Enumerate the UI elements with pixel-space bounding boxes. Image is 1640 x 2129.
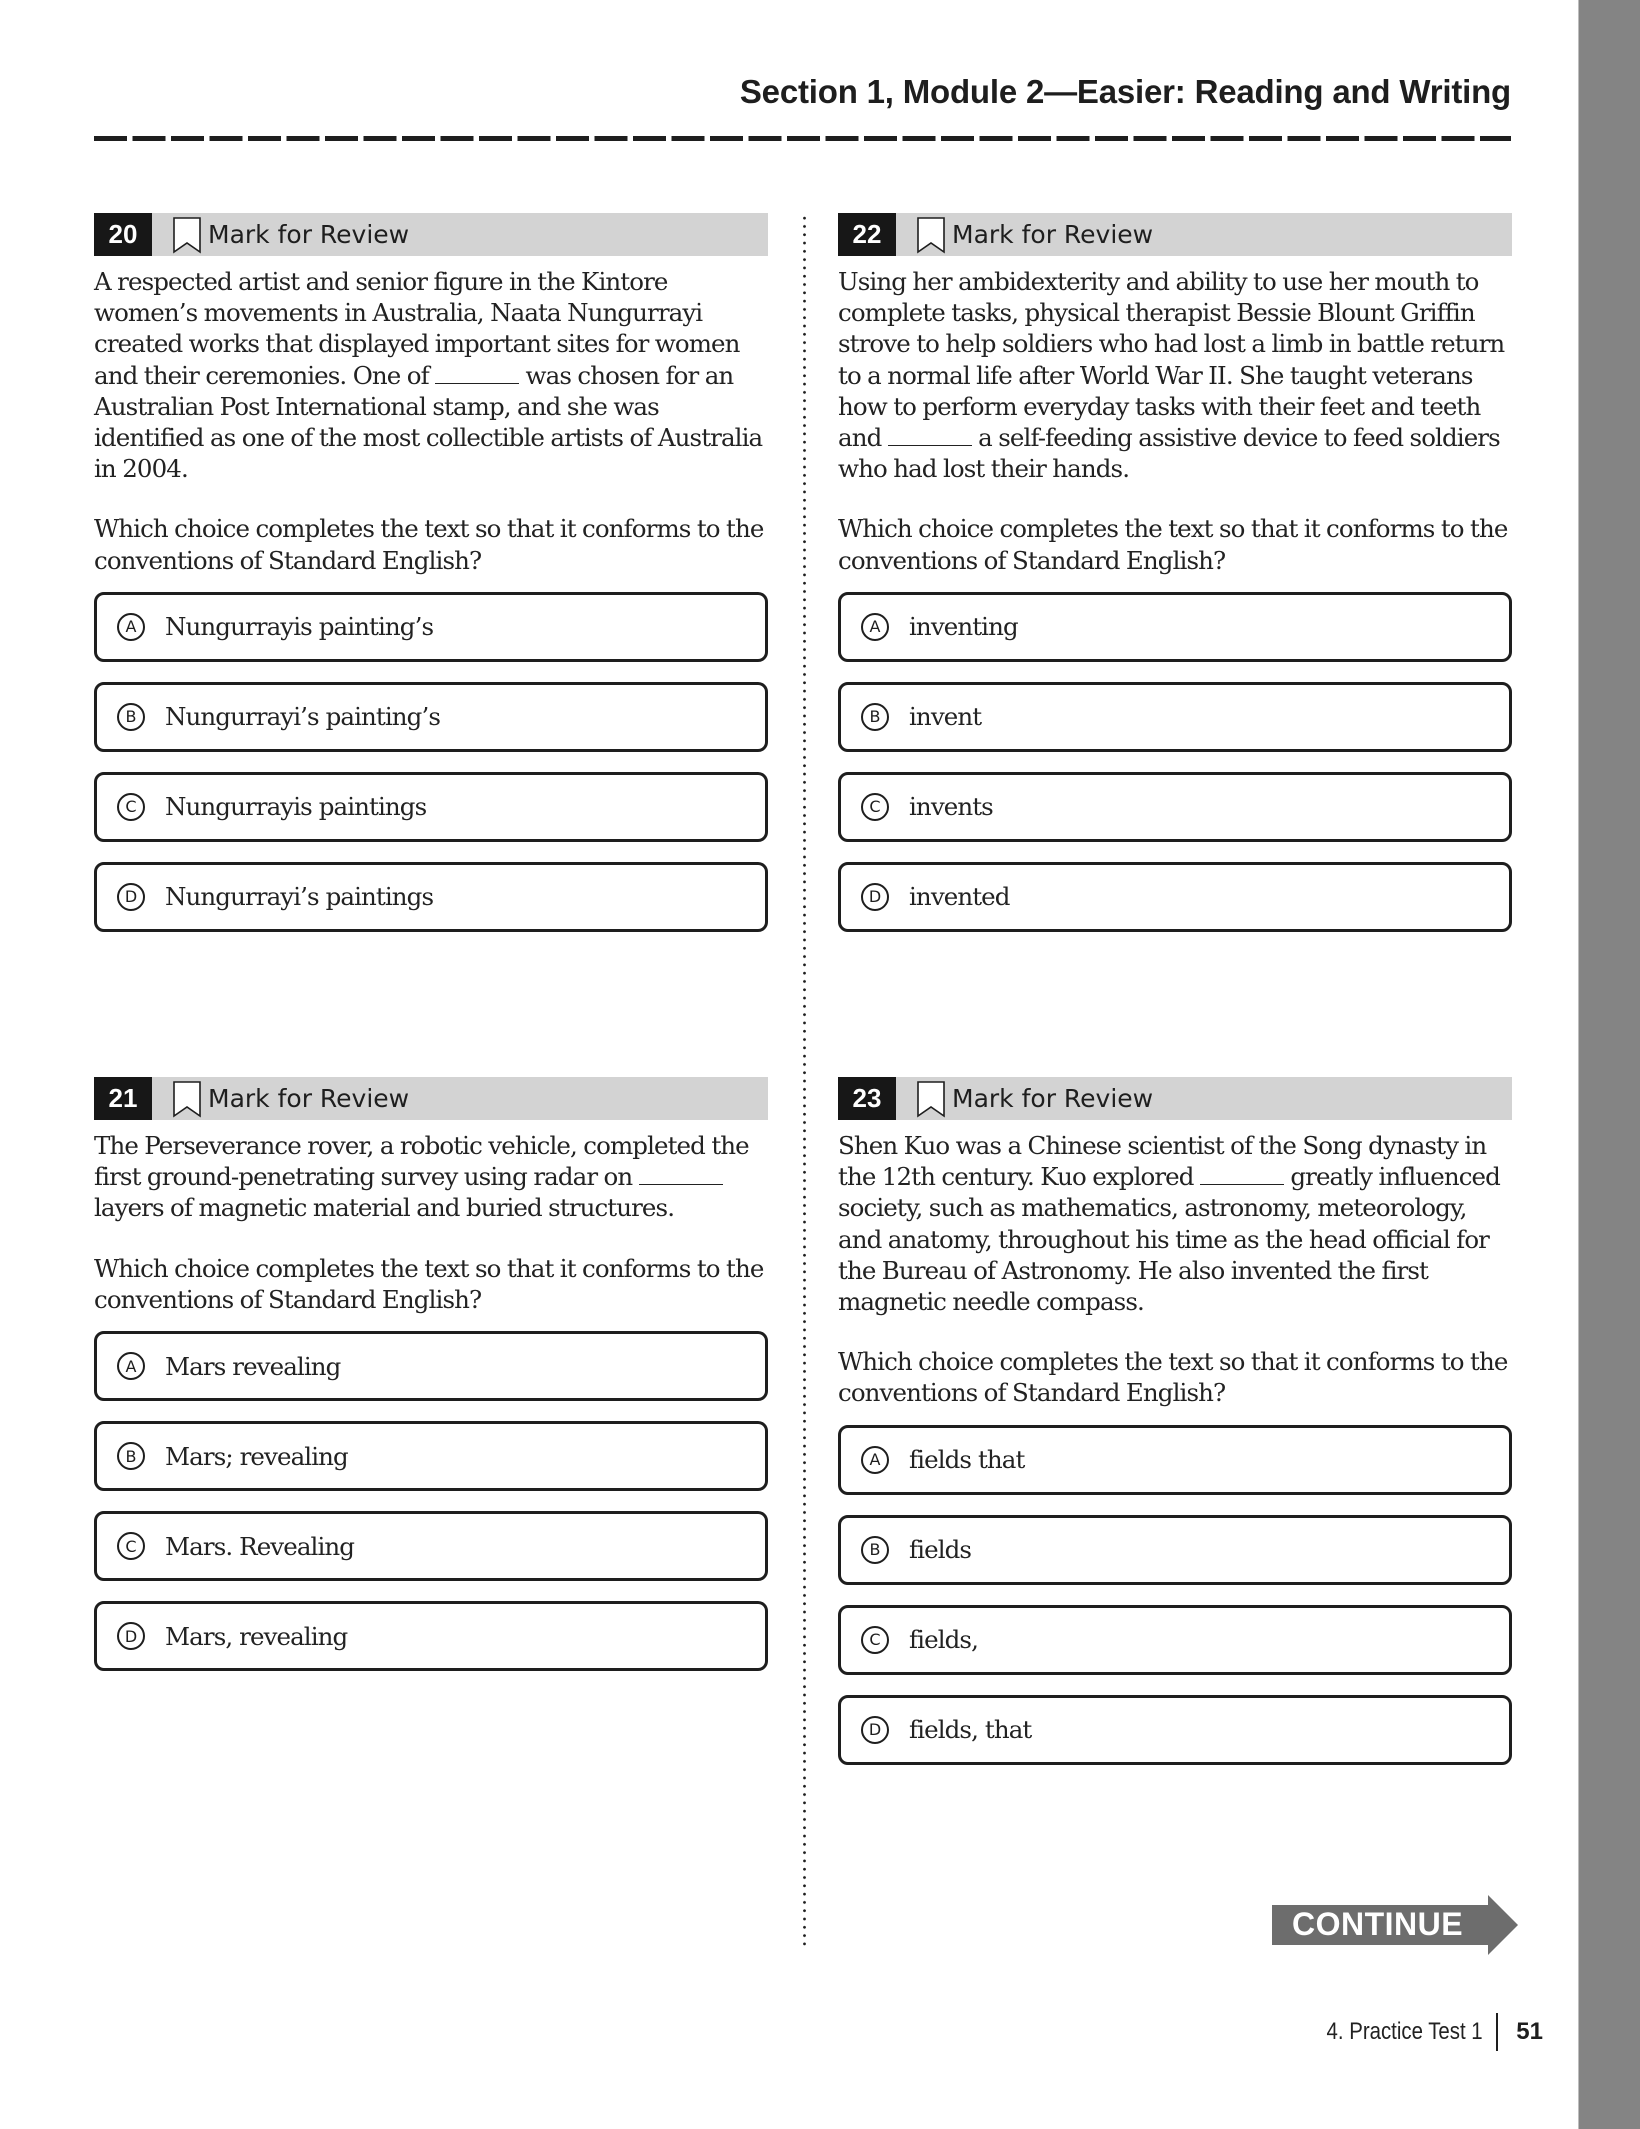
question-prompt: Which choice completes the text so that … <box>94 1253 764 1314</box>
continue-button[interactable]: CONTINUE <box>1272 1895 1518 1955</box>
choice-letter-circle: B <box>117 1442 145 1471</box>
question-21: 21 Mark for Review The Perseverance rove… <box>94 1077 768 1691</box>
question-header: 20 Mark for Review <box>94 213 768 256</box>
answer-choice-d[interactable]: Dfields, that <box>838 1694 1512 1765</box>
bookmark-icon[interactable] <box>916 216 946 254</box>
choice-text: Mars revealing <box>165 1351 341 1381</box>
passage-text-after: layers of magnetic material and buried s… <box>94 1193 675 1223</box>
answer-choice-b[interactable]: Binvent <box>838 681 1512 752</box>
question-passage: The Perseverance rover, a robotic vehicl… <box>94 1130 768 1224</box>
answer-blank <box>638 1164 723 1186</box>
footer-chapter: 4. Practice Test 1 <box>1326 2018 1483 2045</box>
question-header: 22 Mark for Review <box>838 213 1512 256</box>
answer-choice-d[interactable]: D Nungurrayi’s paintings <box>94 861 768 932</box>
choice-letter-circle: C <box>117 792 145 821</box>
question-number: 21 <box>94 1077 152 1120</box>
question-22: 22 Mark for Review Using her ambidexteri… <box>838 213 1512 952</box>
choice-letter-circle: B <box>861 1535 889 1564</box>
page-edge-strip <box>1578 0 1640 2129</box>
choice-text: fields that <box>909 1445 1025 1475</box>
question-number: 22 <box>838 213 896 256</box>
choice-letter-circle: D <box>861 1715 889 1744</box>
choice-letter-circle: A <box>117 612 145 641</box>
answer-choice-b[interactable]: B Mars; revealing <box>94 1421 768 1492</box>
mark-for-review-button[interactable]: Mark for Review <box>208 220 409 249</box>
choice-text: invent <box>909 702 982 732</box>
choice-text: inventing <box>909 612 1019 642</box>
question-prompt: Which choice completes the text so that … <box>838 1347 1508 1408</box>
answer-choice-a[interactable]: A Nungurrayis painting’s <box>94 591 768 662</box>
choice-letter-circle: C <box>861 1625 889 1654</box>
choice-text: Nungurrayi’s paintings <box>165 882 434 912</box>
question-prompt: Which choice completes the text so that … <box>838 514 1508 575</box>
question-passage: Using her ambidexterity and ability to u… <box>838 266 1512 484</box>
question-20: 20 Mark for Review A respected artist an… <box>94 213 768 952</box>
bookmark-icon[interactable] <box>172 216 202 254</box>
choice-letter-circle: D <box>117 882 145 911</box>
continue-label: CONTINUE <box>1292 1906 1464 1942</box>
question-23: 23 Mark for Review Shen Kuo was a Chines… <box>838 1077 1512 1785</box>
choice-text: fields, that <box>909 1715 1032 1745</box>
answer-blank <box>887 425 972 447</box>
answer-blank <box>435 363 520 384</box>
choice-text: Mars; revealing <box>165 1441 349 1471</box>
answer-choice-a[interactable]: A Mars revealing <box>94 1331 768 1402</box>
choice-letter-circle: C <box>117 1532 145 1561</box>
answer-choices: Ainventing Binvent Cinvents Dinvented <box>838 591 1512 932</box>
page-footer: 4. Practice Test 1 51 <box>1299 2013 1543 2051</box>
column-divider <box>803 214 806 1950</box>
question-header: 21 Mark for Review <box>94 1077 768 1120</box>
choice-text: Mars. Revealing <box>165 1531 355 1561</box>
answer-choice-b[interactable]: Bfields <box>838 1514 1512 1585</box>
answer-choice-a[interactable]: Ainventing <box>838 591 1512 662</box>
answer-choices: A Nungurrayis painting’s B Nungurrayi’s pa… <box>94 591 768 932</box>
choice-letter-circle: A <box>861 612 889 641</box>
answer-choice-c[interactable]: C Nungurrayis paintings <box>94 771 768 842</box>
answer-choice-b[interactable]: B Nungurrayi’s painting’s <box>94 681 768 752</box>
mark-for-review-button[interactable]: Mark for Review <box>952 1084 1153 1113</box>
question-passage: A respected artist and senior figure in … <box>94 266 768 484</box>
mark-for-review-button[interactable]: Mark for Review <box>208 1084 409 1113</box>
answer-choice-c[interactable]: Cinvents <box>838 771 1512 842</box>
choice-letter-circle: B <box>117 702 145 731</box>
question-number: 20 <box>94 213 152 256</box>
choice-letter-circle: D <box>117 1622 145 1651</box>
choice-letter-circle: D <box>861 882 889 911</box>
choice-text: fields <box>909 1535 972 1565</box>
section-title: Section 1, Module 2—Easier: Reading and … <box>739 73 1511 110</box>
question-passage: Shen Kuo was a Chinese scientist of the … <box>838 1130 1512 1317</box>
answer-blank <box>1199 1164 1284 1186</box>
choice-text: Nungurrayi’s painting’s <box>165 702 441 732</box>
footer-divider <box>1496 2013 1499 2051</box>
choice-letter-circle: B <box>861 702 889 731</box>
choice-text: fields, <box>909 1625 979 1655</box>
answer-choice-d[interactable]: D Mars, revealing <box>94 1601 768 1672</box>
page-number: 51 <box>1516 2018 1543 2045</box>
answer-choice-a[interactable]: Afields that <box>838 1424 1512 1495</box>
choice-text: Nungurrayis paintings <box>165 792 427 822</box>
choice-letter-circle: A <box>861 1445 889 1474</box>
answer-choice-c[interactable]: Cfields, <box>838 1604 1512 1675</box>
bookmark-icon[interactable] <box>172 1080 202 1118</box>
bookmark-icon[interactable] <box>916 1080 946 1118</box>
choice-text: Mars, revealing <box>165 1621 348 1651</box>
choice-text: invents <box>909 792 994 822</box>
answer-choice-c[interactable]: C Mars. Revealing <box>94 1511 768 1582</box>
choice-text: invented <box>909 882 1010 912</box>
question-number: 23 <box>838 1077 896 1120</box>
answer-choice-d[interactable]: Dinvented <box>838 861 1512 932</box>
question-header: 23 Mark for Review <box>838 1077 1512 1120</box>
choice-letter-circle: C <box>861 792 889 821</box>
mark-for-review-button[interactable]: Mark for Review <box>952 220 1153 249</box>
choice-text: Nungurrayis painting’s <box>165 612 434 642</box>
title-dashed-rule <box>94 136 1511 141</box>
choice-letter-circle: A <box>117 1352 145 1381</box>
question-prompt: Which choice completes the text so that … <box>94 514 764 575</box>
answer-choices: Afields that Bfields Cfields, Dfields, t… <box>838 1424 1512 1765</box>
answer-choices: A Mars revealing B Mars; revealing C Mars. … <box>94 1331 768 1672</box>
